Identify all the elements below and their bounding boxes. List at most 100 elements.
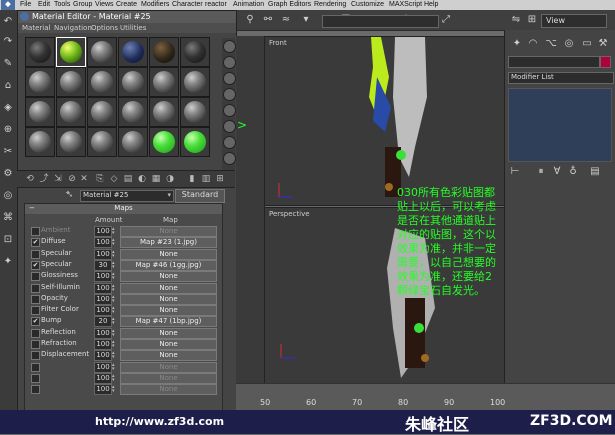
options-icon[interactable] <box>223 136 236 149</box>
menu-animation[interactable]: Animation <box>233 1 264 8</box>
configure-sets-icon[interactable]: ▤ <box>589 166 601 178</box>
put-to-scene-icon[interactable]: ⤴ <box>39 174 49 184</box>
spinner-icon[interactable]: ▴ ▾ <box>112 362 117 371</box>
put-to-library-icon[interactable]: ▤ <box>123 174 133 184</box>
tool-icon[interactable]: ⌘ <box>2 212 14 224</box>
effects-channel-icon[interactable]: ◐ <box>137 174 147 184</box>
menu-rendering[interactable]: Rendering <box>314 1 346 8</box>
material-slot[interactable] <box>87 97 117 127</box>
material-slot[interactable] <box>118 97 148 127</box>
named-selection-dropdown[interactable] <box>322 15 439 28</box>
redo-icon[interactable]: ↷ <box>2 36 14 48</box>
map-enable-checkbox[interactable] <box>31 385 40 395</box>
map-slot-button[interactable]: None <box>120 226 217 237</box>
material-slot[interactable] <box>149 97 179 127</box>
show-map-icon[interactable]: ▦ <box>151 174 161 184</box>
maps-rollout-header[interactable]: − Maps <box>25 204 222 214</box>
map-enable-checkbox[interactable] <box>31 249 40 259</box>
copy-material-icon[interactable]: ⎘ <box>95 174 105 184</box>
material-slot[interactable] <box>25 127 55 157</box>
select-filter-icon[interactable]: ▾ <box>300 14 312 26</box>
material-slot[interactable] <box>25 67 55 97</box>
viewport-front[interactable]: Front <box>264 36 506 206</box>
viewport-left-edge[interactable] <box>236 36 265 383</box>
show-end-result-icon[interactable]: ⏸ <box>535 166 547 178</box>
link-icon[interactable]: ⚲ <box>244 14 256 26</box>
material-slot[interactable] <box>56 127 86 157</box>
map-amount-field[interactable]: 100 <box>94 305 112 317</box>
hierarchy-tab-icon[interactable]: ⌥ <box>545 38 557 50</box>
undo-icon[interactable]: ↶ <box>2 16 14 28</box>
tool-icon[interactable]: ✂ <box>2 146 14 158</box>
make-preview-icon[interactable] <box>223 120 236 133</box>
spinner-icon[interactable]: ▴ ▾ <box>112 385 117 394</box>
map-slot-button[interactable]: None <box>120 361 217 373</box>
map-enable-checkbox[interactable]: ✔ <box>31 317 40 327</box>
map-enable-checkbox[interactable] <box>31 227 40 236</box>
material-slot[interactable] <box>180 97 210 127</box>
map-slot-button[interactable]: None <box>120 384 217 396</box>
material-slot[interactable] <box>25 97 55 127</box>
spinner-icon[interactable]: ▴ ▾ <box>112 328 117 337</box>
map-amount-field[interactable]: 100 <box>94 248 112 260</box>
get-material-icon[interactable]: ⟲ <box>25 174 35 184</box>
material-slot[interactable] <box>87 127 117 157</box>
material-name-field[interactable]: Material #25 ▾ <box>80 190 174 202</box>
pick-material-icon[interactable]: ➴ <box>65 189 76 200</box>
object-name-field[interactable] <box>508 56 600 68</box>
material-slot[interactable] <box>118 67 148 97</box>
object-color-swatch[interactable] <box>600 56 611 68</box>
map-enable-checkbox[interactable] <box>31 328 40 338</box>
reference-coord-dropdown[interactable]: View <box>541 14 607 28</box>
map-amount-field[interactable]: 20 <box>94 316 112 328</box>
remove-modifier-icon[interactable]: ♁ <box>567 166 579 178</box>
map-slot-button[interactable]: None <box>120 248 217 260</box>
spinner-icon[interactable]: ▴ ▾ <box>112 227 117 236</box>
map-amount-field[interactable]: 100 <box>94 271 112 283</box>
material-type-button[interactable]: Standard <box>175 189 225 203</box>
map-enable-checkbox[interactable]: ✔ <box>31 238 40 248</box>
max-logo-icon[interactable]: ◆ <box>1 0 15 10</box>
scale-icon[interactable]: ⤢ <box>440 14 452 26</box>
map-enable-checkbox[interactable] <box>31 306 40 316</box>
map-amount-field[interactable]: 100 <box>94 293 112 305</box>
create-tab-icon[interactable]: ✦ <box>511 38 523 50</box>
menu-edit[interactable]: Edit <box>38 1 50 8</box>
delete-icon[interactable]: ✕ <box>79 174 89 184</box>
utilities-tab-icon[interactable]: ⚒ <box>597 38 609 50</box>
map-enable-checkbox[interactable] <box>31 294 40 304</box>
map-enable-checkbox[interactable] <box>31 340 40 349</box>
map-amount-field[interactable]: 100 <box>94 350 112 362</box>
material-slot[interactable] <box>56 37 86 67</box>
material-slot[interactable] <box>180 37 210 67</box>
material-slot[interactable] <box>87 37 117 67</box>
reset-map-icon[interactable]: ⊘ <box>67 174 77 184</box>
map-slot-button[interactable]: Map #46 (1gg.jpg) <box>120 259 217 271</box>
map-slot-button[interactable]: None <box>120 350 217 362</box>
spinner-icon[interactable]: ▴ ▾ <box>112 373 117 382</box>
show-end-result-icon[interactable]: ◑ <box>165 174 175 184</box>
background-icon[interactable] <box>223 72 236 85</box>
modifier-list-dropdown[interactable]: Modifier List <box>508 72 614 84</box>
material-slot[interactable] <box>87 67 117 97</box>
menu-graph-editors[interactable]: Graph Editors <box>268 1 311 8</box>
spinner-icon[interactable]: ▴ ▾ <box>112 351 117 360</box>
mirror-icon[interactable]: ⇋ <box>510 14 522 26</box>
spinner-icon[interactable]: ▴ ▾ <box>112 283 117 292</box>
timeline[interactable]: 50 60 70 80 90 100 <box>236 383 615 411</box>
menu-options[interactable]: Options <box>91 24 118 32</box>
material-slot[interactable] <box>56 67 86 97</box>
menu-modifiers[interactable]: Modifiers <box>141 1 169 8</box>
menu-navigation[interactable]: Navigation <box>54 24 92 32</box>
map-amount-field[interactable]: 100 <box>94 237 112 249</box>
spinner-icon[interactable]: ▴ ▾ <box>112 306 117 315</box>
menu-file[interactable]: File <box>20 1 31 8</box>
spinner-icon[interactable]: ▴ ▾ <box>112 260 117 269</box>
menu-views[interactable]: Views <box>95 1 114 8</box>
menu-reactor[interactable]: reactor <box>205 1 227 8</box>
map-amount-field[interactable]: 100 <box>94 372 112 384</box>
modify-tab-icon[interactable]: ◠ <box>527 38 539 50</box>
tool-icon[interactable]: ✦ <box>2 256 14 268</box>
map-amount-field[interactable]: 100 <box>94 282 112 294</box>
backlight-icon[interactable] <box>223 56 236 69</box>
